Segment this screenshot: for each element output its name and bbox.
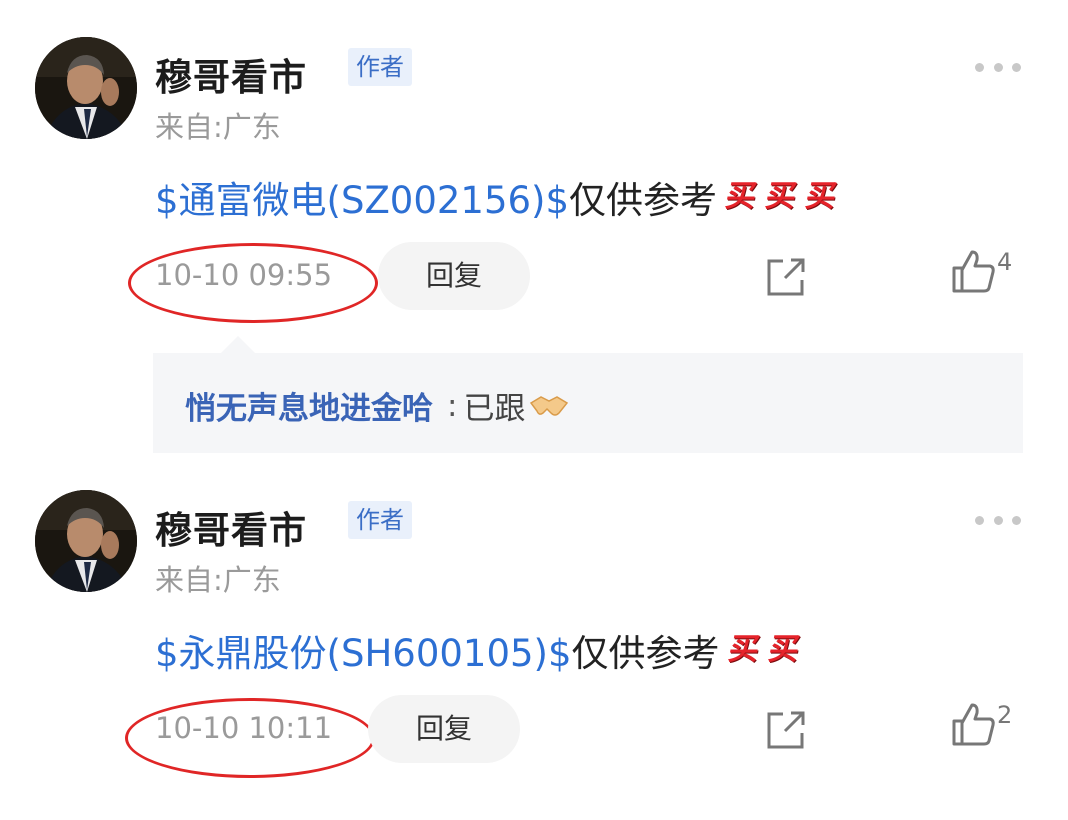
stock-link[interactable]: $永鼎股份(SH600105)$ <box>155 623 572 677</box>
reply-username[interactable]: 悄无声息地进金哈 <box>185 383 433 428</box>
buy-emoji-icon: 买 <box>765 632 802 667</box>
avatar[interactable] <box>35 490 137 592</box>
more-options-icon[interactable] <box>975 514 1021 526</box>
reply-pointer <box>220 336 256 354</box>
reply-text: 已跟 <box>463 391 526 427</box>
reply-separator: : <box>447 387 458 424</box>
content-text: 仅供参考 <box>569 179 718 222</box>
location-text: 来自:广东 <box>155 110 281 144</box>
highlight-circle <box>125 698 375 778</box>
reply-item[interactable]: 悄无声息地进金哈 : 已跟 <box>185 383 569 428</box>
like-button[interactable]: 2 <box>950 701 1012 747</box>
buy-emoji-icon: 买 <box>725 632 762 667</box>
reply-button[interactable]: 回复 <box>368 695 521 763</box>
more-options-icon[interactable] <box>975 61 1021 73</box>
author-name[interactable]: 穆哥看市 <box>155 500 307 554</box>
location-text: 来自:广东 <box>155 563 281 597</box>
share-icon[interactable] <box>763 707 809 753</box>
thumbs-up-icon <box>952 250 995 293</box>
thumbs-up-icon <box>952 703 995 746</box>
handshake-icon <box>530 395 569 416</box>
buy-emoji-group: 买 买 <box>724 632 804 667</box>
avatar[interactable] <box>35 37 137 139</box>
buy-emoji-icon: 买 <box>723 179 760 214</box>
like-count: 4 <box>997 248 1013 276</box>
share-icon[interactable] <box>763 254 809 300</box>
buy-emoji-group: 买 买 买 <box>721 179 841 214</box>
buy-emoji-icon: 买 <box>763 179 800 214</box>
content-text: 仅供参考 <box>571 632 720 675</box>
post-content: $永鼎股份(SH600105)$ 仅供参考 买 买 <box>155 623 804 677</box>
author-badge: 作者 <box>348 48 412 86</box>
stock-link[interactable]: $通富微电(SZ002156)$ <box>155 170 569 224</box>
highlight-circle <box>128 243 378 323</box>
author-name[interactable]: 穆哥看市 <box>155 47 307 101</box>
like-button[interactable]: 4 <box>950 248 1012 294</box>
buy-emoji-icon: 买 <box>803 179 840 214</box>
reply-button[interactable]: 回复 <box>378 242 531 310</box>
like-count: 2 <box>997 701 1013 729</box>
author-badge: 作者 <box>348 501 412 539</box>
post-content: $通富微电(SZ002156)$ 仅供参考 买 买 买 <box>155 170 841 224</box>
